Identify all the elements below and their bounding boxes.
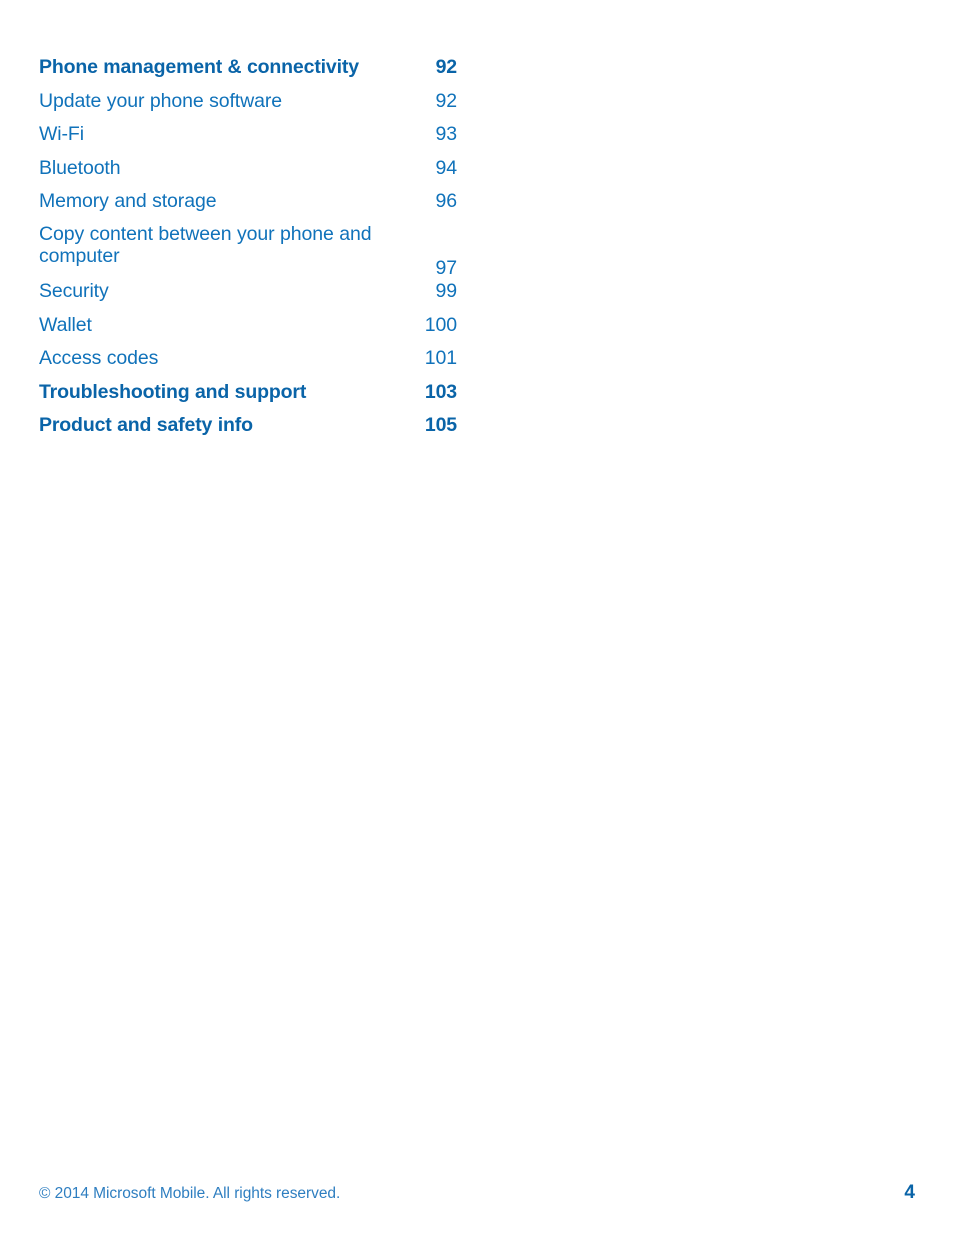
toc-entry-title: Product and safety info [39,414,253,437]
toc-entry[interactable]: Copy content between your phone and comp… [39,223,457,279]
toc-entry-title: Phone management & connectivity [39,56,359,78]
toc-entry[interactable]: Update your phone software 92 [39,89,457,123]
toc-entry-title: Update your phone software [39,89,282,112]
toc-entry-title: Wallet [39,313,92,336]
toc-entry[interactable]: Wallet 100 [39,313,457,347]
toc-entry-title: Memory and storage [39,190,217,213]
toc-entry-page-number: 100 [424,313,457,336]
toc-entry-title: Wi-Fi [39,123,84,146]
toc-entry-page-number: 99 [435,279,458,302]
toc-entry[interactable]: Troubleshooting and support 103 [39,380,457,414]
copyright-notice: © 2014 Microsoft Mobile. All rights rese… [39,1185,341,1202]
toc-entry-page-number: 93 [435,123,458,146]
page-footer: © 2014 Microsoft Mobile. All rights rese… [39,1183,915,1209]
toc-entry[interactable]: Wi-Fi 93 [39,122,457,156]
toc-entry[interactable]: Memory and storage 96 [39,189,457,223]
page-number: 4 [904,1182,915,1203]
toc-entry-page-number: 96 [435,190,458,213]
toc-entry[interactable]: Product and safety info 105 [39,413,457,447]
toc-entry-title: Access codes [39,347,159,370]
toc-entry-page-number: 94 [435,156,458,179]
toc-entry[interactable]: Phone management & connectivity 92 [39,55,457,89]
toc-entry[interactable]: Security 99 [39,279,457,313]
toc-entry-page-number: 103 [424,380,457,403]
toc-entry-page-number: 92 [435,89,458,112]
toc-entry[interactable]: Access codes 101 [39,346,457,380]
table-of-contents: Phone management & connectivity 92 Update … [39,55,457,447]
toc-entry-title: Copy content between your phone and comp… [39,222,372,267]
toc-entry[interactable]: Bluetooth 94 [39,156,457,190]
toc-entry-title: Troubleshooting and support [39,380,307,403]
toc-entry-title: Security [39,279,109,302]
toc-entry-page-number: 105 [424,414,457,437]
document-page: Phone management & connectivity 92 Update … [0,0,954,1257]
toc-entry-title: Bluetooth [39,156,121,179]
toc-entry-page-number: 97 [435,256,458,279]
toc-entry-page-number: 92 [435,56,458,78]
toc-entry-page-number: 101 [424,347,457,370]
